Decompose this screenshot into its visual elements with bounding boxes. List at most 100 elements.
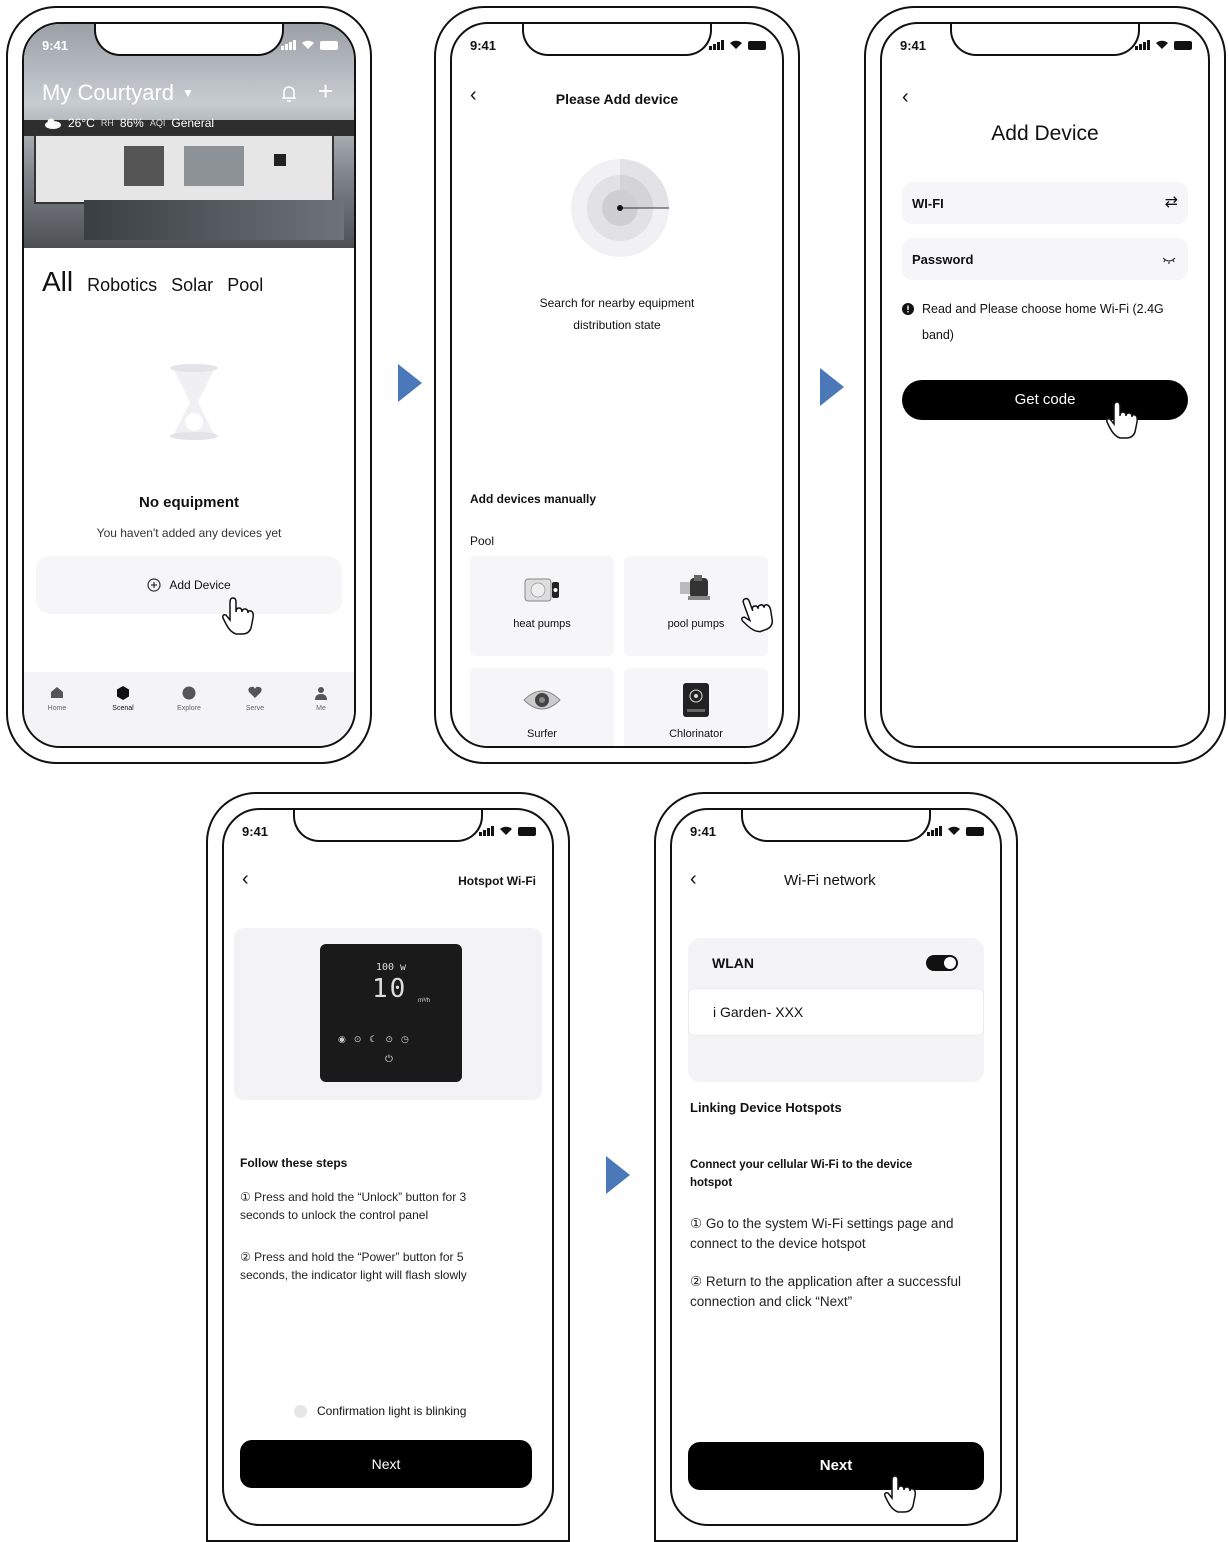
mode-button-icon: ☾ (369, 1034, 378, 1044)
power-readout: 100 w (375, 962, 407, 973)
heat-pump-icon (524, 578, 559, 602)
step-1: ① Press and hold the “Unlock” button for… (240, 1190, 467, 1222)
flow-arrow (606, 1156, 630, 1194)
signal-icon (927, 826, 942, 836)
page-title: My Courtyard (42, 80, 175, 105)
explore-icon (182, 686, 196, 700)
screen-please-add-device: 9:41 ‹ Please Add device Search for near… (450, 22, 784, 748)
plus-circle-icon (147, 578, 161, 592)
wlan-toggle[interactable] (926, 955, 958, 971)
weather-row: 26°C RH 86% AQI General (44, 116, 214, 130)
device-card-heat-pumps[interactable]: heat pumps (470, 556, 614, 656)
cloud-icon (45, 118, 61, 129)
battery-icon (1174, 41, 1192, 50)
eye-closed-icon[interactable] (1162, 256, 1176, 264)
wifi-field[interactable]: WI-FI ⇄ (902, 182, 1188, 224)
nav-me[interactable]: Me (301, 686, 341, 746)
status-time: 9:41 (900, 38, 927, 53)
pool-pump-icon (680, 575, 710, 600)
person-icon (315, 687, 327, 700)
tab-robotics[interactable]: Robotics (87, 275, 157, 296)
network-name: i Garden- XXX (713, 1004, 804, 1020)
add-device-label: Add Device (169, 578, 231, 592)
section-heading: Linking Device Hotspots (690, 1100, 842, 1115)
surfer-robot-icon (523, 690, 561, 710)
tab-pool[interactable]: Pool (227, 275, 263, 296)
search-status-line1: Search for nearby equipment (539, 296, 695, 310)
step-1: ① Go to the system Wi-Fi settings page a… (690, 1216, 954, 1251)
hourglass-icon (170, 364, 218, 440)
nav-explore[interactable]: Explore (169, 686, 209, 746)
nav-home[interactable]: Home (37, 686, 77, 746)
category-tabs: All Robotics Solar Pool (42, 266, 263, 298)
get-code-button[interactable]: Get code (902, 380, 1188, 420)
back-button[interactable]: ‹ (242, 868, 249, 891)
wifi-notice: Read and Please choose home Wi-Fi (2.4G … (902, 296, 1192, 348)
status-time: 9:41 (242, 824, 269, 839)
tap-hand-icon (222, 597, 254, 635)
phone-wifi-network: 9:41 ‹ Wi-Fi network WLAN i Garden- XXX … (654, 792, 1018, 1542)
flow-unit: m³/h (418, 998, 430, 1004)
step-2: ② Return to the application after a succ… (690, 1274, 961, 1309)
scene-icon (117, 686, 129, 700)
flow-arrow (820, 368, 844, 406)
next-button[interactable]: Next (240, 1440, 532, 1488)
info-icon (902, 303, 914, 315)
phone-please-add-device: 9:41 ‹ Please Add device Search for near… (434, 6, 800, 764)
add-device-button[interactable]: Add Device (36, 556, 342, 614)
next-button[interactable]: Next (688, 1442, 984, 1490)
tap-hand-icon (1106, 401, 1138, 439)
wlan-card: WLAN i Garden- XXX (688, 938, 984, 1082)
nav-serve[interactable]: Serve (235, 686, 275, 746)
step-2: ② Press and hold the “Power” button for … (240, 1250, 467, 1282)
heart-icon (248, 686, 262, 698)
phone-hotspot-wifi: 9:41 ‹ Hotspot Wi-Fi 100 w 10 m³/h ◉ ⊙ ☾… (206, 792, 570, 1542)
power-button-icon: ⏻ (385, 1054, 393, 1065)
chlorinator-icon (683, 683, 709, 717)
bell-icon[interactable] (280, 84, 298, 104)
tab-all[interactable]: All (42, 266, 73, 298)
battery-icon (748, 41, 766, 50)
password-field[interactable]: Password (902, 238, 1188, 280)
category-label: Pool (470, 534, 495, 548)
tab-solar[interactable]: Solar (171, 275, 213, 296)
confirm-blinking-checkbox[interactable]: Confirmation light is blinking (294, 1404, 466, 1418)
screen-add-device: 9:41 ‹ Add Device WI-FI ⇄ Password Read … (880, 22, 1210, 748)
device-card-surfer[interactable]: Surfer (470, 668, 614, 746)
phone-home-screen: 9:41 My Courtyard ▼ + 26°C RH 86% AQI Ge… (6, 6, 372, 764)
swap-icon[interactable]: ⇄ (1165, 192, 1178, 212)
status-time: 9:41 (470, 38, 497, 53)
wifi-icon (500, 826, 512, 835)
battery-icon (966, 827, 984, 836)
aqi-value: General (171, 116, 215, 130)
network-item[interactable]: i Garden- XXX (688, 988, 984, 1036)
screen-home: 9:41 My Courtyard ▼ + 26°C RH 86% AQI Ge… (22, 22, 356, 748)
add-icon[interactable]: + (318, 78, 333, 104)
back-button[interactable]: ‹ (690, 868, 697, 891)
unlock-button-icon: ◉ (338, 1034, 346, 1044)
courtyard-selector[interactable]: My Courtyard ▼ (42, 80, 194, 106)
up-button-icon: ⊙ (353, 1034, 362, 1044)
humidity-value: 86% (119, 116, 144, 130)
timer-button-icon: ◷ (401, 1034, 409, 1044)
battery-icon (320, 41, 338, 50)
device-card-chlorinator[interactable]: Chlorinator (624, 668, 768, 746)
instruction: Connect your cellular Wi-Fi to the devic… (690, 1159, 913, 1189)
back-button[interactable]: ‹ (902, 86, 909, 109)
wlan-label: WLAN (712, 955, 754, 971)
bottom-nav: Home Scenal Explore Serve Me (24, 672, 354, 746)
device-panel-image: 100 w 10 m³/h ◉ ⊙ ☾ ⊙ ◷ ⏻ (234, 928, 542, 1100)
empty-state-subtitle: You haven't added any devices yet (96, 526, 282, 540)
nav-scenal[interactable]: Scenal (103, 686, 143, 746)
radio-icon (294, 1404, 307, 1418)
wifi-icon (730, 40, 742, 49)
chevron-down-icon: ▼ (182, 86, 194, 100)
screen-wifi-network: 9:41 ‹ Wi-Fi network WLAN i Garden- XXX … (670, 808, 1002, 1526)
radar-scan-icon (571, 159, 669, 257)
aqi-label: AQI (149, 118, 166, 128)
manual-add-heading: Add devices manually (470, 492, 597, 506)
wifi-icon (948, 826, 960, 835)
flow-readout: 10 (372, 974, 408, 1004)
wifi-icon (302, 40, 314, 49)
page-title: Hotspot Wi-Fi (458, 874, 536, 888)
